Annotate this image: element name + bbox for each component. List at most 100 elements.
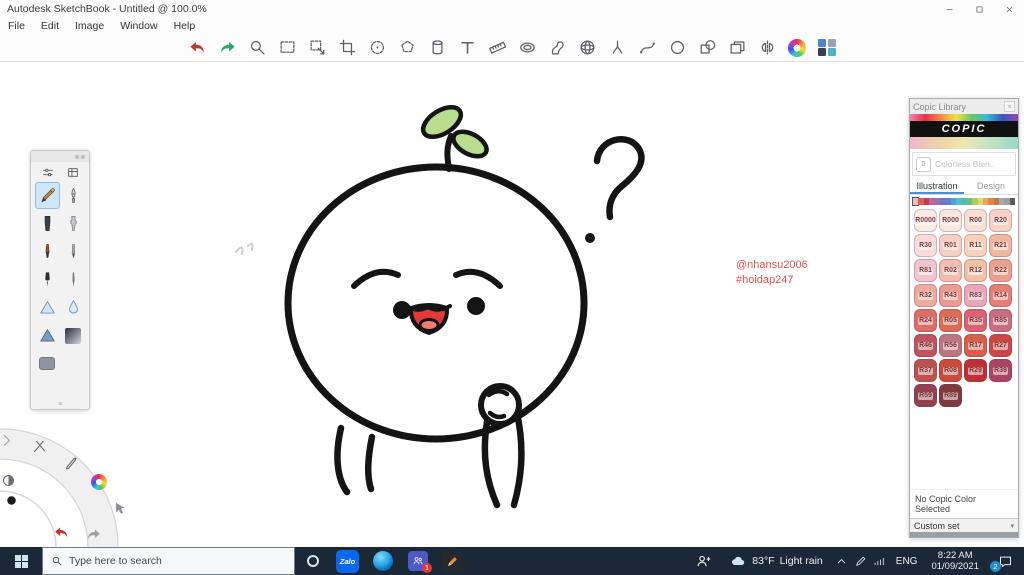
redo-icon[interactable] (217, 37, 238, 59)
crop-icon[interactable] (337, 37, 358, 59)
zalo-button[interactable]: Zalo (330, 547, 365, 575)
pencil-tool[interactable] (34, 182, 60, 209)
copic-swatch-R0000[interactable]: R0000 (914, 209, 937, 232)
circle-icon[interactable] (667, 37, 688, 59)
copic-swatch-R37[interactable]: R37 (914, 359, 937, 382)
corner-tool-puck[interactable] (0, 427, 160, 547)
tab-illustration[interactable]: Illustration (910, 179, 964, 194)
menu-image[interactable]: Image (67, 20, 112, 32)
copic-swatch-R11[interactable]: R11 (964, 234, 987, 257)
people-button[interactable] (686, 547, 721, 575)
color-wheel-icon[interactable] (88, 471, 110, 493)
graphite-pencil-tool[interactable] (61, 238, 86, 265)
copic-palette-icon[interactable] (817, 37, 838, 59)
maximize-button[interactable] (964, 0, 994, 18)
zoom-icon[interactable] (247, 37, 268, 59)
copic-swatch-R59[interactable]: R59 (914, 384, 937, 407)
fill-icon[interactable] (427, 37, 448, 59)
blender-swatch[interactable]: 0 (916, 156, 931, 172)
copic-swatch-R35[interactable]: R35 (964, 309, 987, 332)
polygon-select-icon[interactable] (397, 37, 418, 59)
transform-select-icon[interactable] (307, 37, 328, 59)
colorless-blender-row[interactable]: 0 Colorless Blen.. (912, 152, 1016, 176)
stylus-star-icon[interactable] (60, 451, 82, 473)
copic-swatch-R39[interactable]: R39 (989, 359, 1012, 382)
cursor-icon[interactable] (108, 497, 130, 519)
french-curve-icon[interactable] (547, 37, 568, 59)
gradient-tool[interactable] (61, 322, 86, 349)
copic-swatch-R83[interactable]: R83 (964, 284, 987, 307)
brush-table-icon[interactable] (62, 165, 84, 180)
contrast-icon[interactable] (0, 469, 19, 491)
copic-swatch-R27[interactable]: R27 (989, 334, 1012, 357)
needle-pen-tool[interactable] (61, 266, 86, 293)
copic-swatch-R43[interactable]: R43 (939, 284, 962, 307)
settings-sliders-icon[interactable] (37, 165, 59, 180)
redo-icon[interactable] (82, 523, 104, 545)
palette-resize-handle[interactable]: ≡ (31, 401, 89, 408)
copic-swatch-R56[interactable]: R56 (939, 334, 962, 357)
pen-tray-icon[interactable] (851, 555, 870, 568)
copic-panel-header[interactable]: Copic Library ✕ (910, 99, 1018, 114)
perspective-icon[interactable] (577, 37, 598, 59)
ruler-icon[interactable] (487, 37, 508, 59)
airbrush-tool[interactable] (61, 210, 86, 237)
triangle-tool[interactable] (35, 294, 60, 321)
weather-widget[interactable]: 83°F Light rain (721, 547, 832, 575)
family-swatch-18[interactable] (1009, 198, 1016, 205)
teams-button[interactable]: 1 (400, 547, 435, 575)
color-wheel-icon[interactable] (787, 37, 808, 59)
curve-icon[interactable] (637, 37, 658, 59)
ink-pen-tool[interactable] (35, 266, 60, 293)
taskbar-search[interactable]: Type here to search (42, 547, 295, 575)
copic-swatch-R85[interactable]: R85 (989, 309, 1012, 332)
copic-swatch-R46[interactable]: R46 (914, 334, 937, 357)
copic-swatch-R32[interactable]: R32 (914, 284, 937, 307)
copic-swatch-R24[interactable]: R24 (914, 309, 937, 332)
copic-swatch-R22[interactable]: R22 (989, 259, 1012, 282)
menu-help[interactable]: Help (166, 20, 204, 32)
fountain-pen-tool[interactable] (61, 182, 86, 209)
edit-tools-icon[interactable] (28, 435, 50, 457)
sketchbook-button[interactable] (435, 547, 470, 575)
menu-file[interactable]: File (0, 20, 33, 32)
shapes-icon[interactable] (697, 37, 718, 59)
language-indicator[interactable]: ENG (889, 547, 925, 575)
copic-swatch-R89[interactable]: R89 (939, 384, 962, 407)
copic-swatch-R20[interactable]: R20 (989, 209, 1012, 232)
split-icon[interactable] (607, 37, 628, 59)
distort-icon[interactable] (367, 37, 388, 59)
copic-swatch-R01[interactable]: R01 (939, 234, 962, 257)
rect-select-icon[interactable] (277, 37, 298, 59)
copic-swatch-R14[interactable]: R14 (989, 284, 1012, 307)
minimize-button[interactable] (934, 0, 964, 18)
chevron-right-icon[interactable] (0, 429, 17, 451)
cortana-button[interactable] (295, 547, 330, 575)
copic-swatch-R17[interactable]: R17 (964, 334, 987, 357)
copic-swatch-R81[interactable]: R81 (914, 259, 937, 282)
canvas[interactable]: @nhansu2006 #hoidap247 ≡ Copic Library ✕… (0, 62, 1024, 547)
tab-design[interactable]: Design (964, 179, 1018, 194)
copic-swatch-R00[interactable]: R00 (964, 209, 987, 232)
eraser-block-tool[interactable] (35, 350, 60, 377)
brush-palette-header[interactable] (31, 151, 89, 162)
copic-swatch-R29[interactable]: R29 (964, 359, 987, 382)
custom-set-bar[interactable]: Custom set ▾ (910, 518, 1018, 532)
close-button[interactable] (994, 0, 1024, 18)
copic-swatch-R000[interactable]: R000 (939, 209, 962, 232)
clock[interactable]: 8:22 AM 01/09/2021 (924, 547, 986, 575)
menu-window[interactable]: Window (112, 20, 165, 32)
import-image-icon[interactable] (727, 37, 748, 59)
start-button[interactable] (0, 547, 42, 575)
edge-button[interactable] (365, 547, 400, 575)
signal-icon[interactable] (870, 555, 889, 568)
copic-swatch-R12[interactable]: R12 (964, 259, 987, 282)
water-drop-tool[interactable] (61, 294, 86, 321)
black-dot-icon[interactable] (0, 489, 22, 511)
marker-tool[interactable] (35, 210, 60, 237)
paintbrush-tool[interactable] (35, 238, 60, 265)
chevron-up-icon[interactable] (832, 555, 851, 568)
menu-edit[interactable]: Edit (33, 20, 67, 32)
copic-swatch-R30[interactable]: R30 (914, 234, 937, 257)
copic-resize-bar[interactable] (910, 532, 1018, 537)
